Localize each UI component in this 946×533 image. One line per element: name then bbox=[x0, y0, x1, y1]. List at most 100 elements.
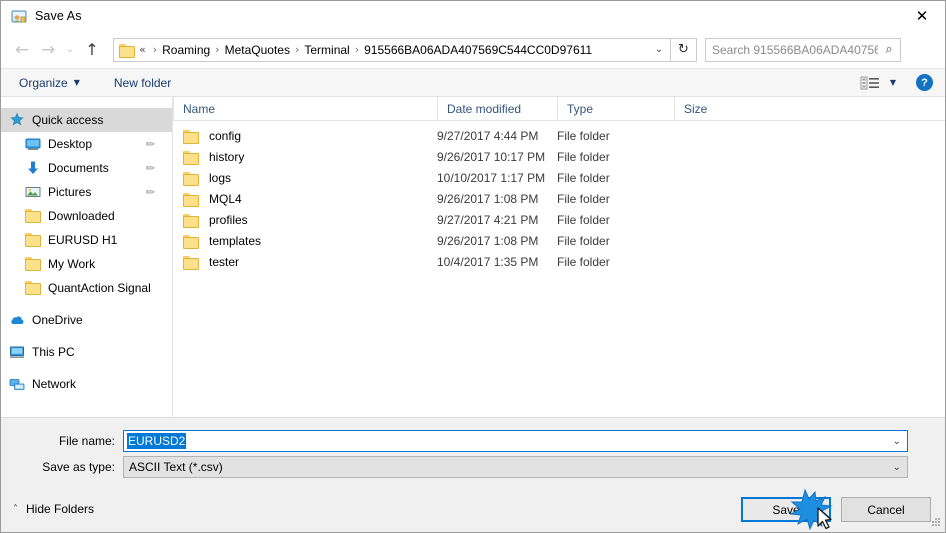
breadcrumb-overflow-icon[interactable]: « bbox=[139, 43, 148, 56]
column-header-date-modified[interactable]: Date modified bbox=[437, 97, 557, 121]
file-name: profiles bbox=[209, 212, 248, 227]
close-button[interactable]: ✕ bbox=[899, 1, 945, 31]
sidebar-item-downloaded[interactable]: Downloaded bbox=[1, 204, 172, 228]
breadcrumb-terminal-id[interactable]: 915566BA06ADA407569C544CC0D97611 bbox=[364, 43, 592, 57]
help-button[interactable]: ? bbox=[916, 74, 933, 91]
back-icon[interactable]: ← bbox=[9, 37, 35, 63]
file-name: MQL4 bbox=[209, 191, 242, 206]
sidebar-item-documents[interactable]: Documents ✐ bbox=[1, 156, 172, 180]
command-bar: Organize ▼ New folder ▼ ? bbox=[1, 69, 945, 97]
column-header-type[interactable]: Type bbox=[557, 97, 674, 121]
hide-folders-label: Hide Folders bbox=[26, 502, 95, 516]
breadcrumb-separator: › bbox=[152, 43, 158, 56]
new-folder-button[interactable]: New folder bbox=[106, 72, 179, 94]
search-icon[interactable]: ⌕ bbox=[878, 42, 900, 57]
pin-icon[interactable]: ✐ bbox=[142, 184, 158, 200]
sidebar-item-desktop[interactable]: Desktop ✐ bbox=[1, 132, 172, 156]
file-type: File folder bbox=[557, 233, 610, 248]
chevron-down-icon[interactable]: ▼ bbox=[890, 78, 896, 87]
folder-icon bbox=[183, 129, 199, 143]
hide-folders-button[interactable]: ˄ Hide Folders bbox=[13, 502, 94, 516]
folder-icon bbox=[119, 43, 135, 57]
breadcrumb-metaquotes[interactable]: MetaQuotes bbox=[225, 43, 290, 57]
sidebar-item-this-pc[interactable]: This PC bbox=[1, 340, 172, 364]
column-header-size[interactable]: Size bbox=[674, 97, 756, 121]
breadcrumb-terminal[interactable]: Terminal bbox=[304, 43, 349, 57]
search-box[interactable]: Search 915566BA06ADA40756... ⌕ bbox=[705, 37, 901, 62]
address-bar[interactable]: « › Roaming › MetaQuotes › Terminal › 91… bbox=[113, 37, 671, 62]
table-row[interactable]: config 9/27/2017 4:44 PM File folder bbox=[173, 125, 945, 146]
up-icon[interactable]: ↑ bbox=[79, 37, 105, 63]
file-type: File folder bbox=[557, 149, 610, 164]
table-row[interactable]: templates 9/26/2017 1:08 PM File folder bbox=[173, 230, 945, 251]
file-name: config bbox=[209, 128, 242, 143]
chevron-down-icon: ▼ bbox=[73, 78, 80, 87]
file-type: File folder bbox=[557, 128, 610, 143]
navigation-bar: ← → ⌄ ↑ « › Roaming › MetaQuotes › Termi… bbox=[1, 31, 945, 69]
file-date: 9/27/2017 4:21 PM bbox=[437, 212, 539, 227]
breadcrumb-roaming[interactable]: Roaming bbox=[162, 43, 210, 57]
file-rows: config 9/27/2017 4:44 PM File folder his… bbox=[173, 121, 945, 272]
save-as-icon bbox=[11, 8, 27, 24]
file-date: 9/26/2017 10:17 PM bbox=[437, 149, 546, 164]
address-dropdown-icon[interactable]: ⌄ bbox=[648, 39, 670, 61]
sidebar-item-label: My Work bbox=[48, 257, 96, 271]
folder-icon bbox=[25, 208, 41, 224]
file-type: File folder bbox=[557, 254, 610, 269]
sidebar-item-label: Downloaded bbox=[48, 209, 115, 223]
sidebar-item-my-work[interactable]: My Work bbox=[1, 252, 172, 276]
save-button[interactable]: Save bbox=[741, 497, 831, 522]
file-name: templates bbox=[209, 233, 262, 248]
organize-button[interactable]: Organize ▼ bbox=[11, 72, 88, 94]
file-type: File folder bbox=[557, 191, 610, 206]
table-row[interactable]: profiles 9/27/2017 4:21 PM File folder bbox=[173, 209, 945, 230]
cancel-button[interactable]: Cancel bbox=[841, 497, 931, 522]
table-row[interactable]: logs 10/10/2017 1:17 PM File folder bbox=[173, 167, 945, 188]
sidebar-item-quick-access[interactable]: Quick access bbox=[1, 108, 172, 132]
file-name-value[interactable]: EURUSD2 bbox=[127, 433, 187, 449]
sidebar-item-quantaction-signal[interactable]: QuantAction Signal bbox=[1, 276, 172, 300]
table-row[interactable]: tester 10/4/2017 1:35 PM File folder bbox=[173, 251, 945, 272]
file-type: File folder bbox=[557, 170, 610, 185]
view-controls: ▼ ? bbox=[860, 74, 933, 91]
sidebar-item-label: Documents bbox=[48, 161, 109, 175]
desktop-icon bbox=[25, 136, 41, 152]
forward-icon[interactable]: → bbox=[35, 37, 61, 63]
file-name-row: File name: EURUSD2 ⌄ bbox=[1, 430, 908, 452]
window-title: Save As bbox=[35, 9, 82, 23]
save-as-type-select[interactable]: ASCII Text (*.csv) ⌄ bbox=[123, 456, 908, 478]
save-as-type-value: ASCII Text (*.csv) bbox=[129, 460, 223, 474]
sidebar-item-label: OneDrive bbox=[32, 313, 83, 327]
file-type: File folder bbox=[557, 212, 610, 227]
list-view-icon[interactable] bbox=[860, 75, 882, 91]
sidebar-item-label: Quick access bbox=[32, 113, 104, 127]
breadcrumb-separator: › bbox=[215, 43, 220, 56]
folder-icon bbox=[25, 256, 41, 272]
file-name-input[interactable]: EURUSD2 ⌄ bbox=[123, 430, 908, 452]
search-input[interactable]: Search 915566BA06ADA40756... bbox=[706, 43, 878, 57]
sidebar-item-onedrive[interactable]: OneDrive bbox=[1, 308, 172, 332]
sidebar-item-eurusd-h1[interactable]: EURUSD H1 bbox=[1, 228, 172, 252]
pin-icon[interactable]: ✐ bbox=[142, 160, 158, 176]
folder-icon bbox=[183, 213, 199, 227]
sidebar-item-label: EURUSD H1 bbox=[48, 233, 118, 247]
pin-icon[interactable]: ✐ bbox=[142, 136, 158, 152]
sidebar-item-network[interactable]: Network bbox=[1, 372, 172, 396]
refresh-icon[interactable]: ↻ bbox=[671, 37, 697, 62]
chevron-down-icon[interactable]: ⌄ bbox=[893, 436, 901, 447]
sidebar-item-pictures[interactable]: Pictures ✐ bbox=[1, 180, 172, 204]
folder-icon bbox=[183, 150, 199, 164]
recent-locations-icon[interactable]: ⌄ bbox=[61, 37, 79, 63]
documents-icon bbox=[25, 160, 41, 176]
file-name-label: File name: bbox=[58, 434, 115, 448]
table-row[interactable]: history 9/26/2017 10:17 PM File folder bbox=[173, 146, 945, 167]
table-row[interactable]: MQL4 9/26/2017 1:08 PM File folder bbox=[173, 188, 945, 209]
file-date: 10/10/2017 1:17 PM bbox=[437, 170, 546, 185]
column-header-row: ˄ Name Date modified Type Size bbox=[173, 97, 945, 121]
column-header-name[interactable]: Name bbox=[173, 97, 437, 121]
file-date: 9/26/2017 1:08 PM bbox=[437, 191, 539, 206]
chevron-down-icon[interactable]: ⌄ bbox=[893, 462, 901, 473]
resize-grip[interactable] bbox=[927, 515, 941, 529]
